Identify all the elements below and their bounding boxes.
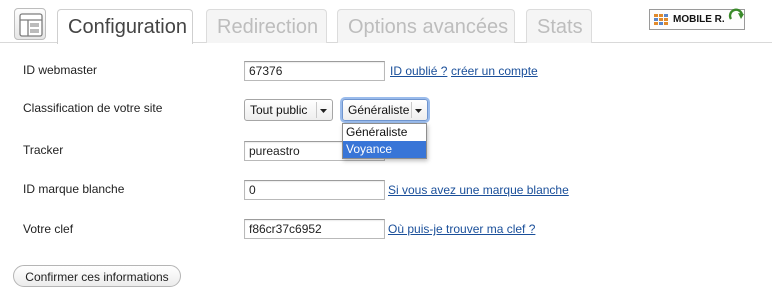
tracker-label: Tracker (23, 143, 64, 157)
grid-logo-icon (654, 14, 668, 25)
audience-select[interactable]: Tout public (244, 99, 333, 121)
confirm-button[interactable]: Confirmer ces informations (13, 265, 181, 287)
audience-select-value: Tout public (250, 103, 308, 117)
create-account-link[interactable]: créer un compte (451, 64, 538, 78)
white-label-id-input[interactable] (244, 180, 385, 200)
category-select-value: Généraliste (348, 103, 410, 117)
key-label: Votre clef (23, 222, 74, 236)
classification-label: Classification de votre site (23, 101, 163, 115)
webmaster-input[interactable] (244, 61, 385, 81)
category-select[interactable]: Généraliste (342, 99, 428, 121)
forgot-id-link[interactable]: ID oublié ? (390, 64, 447, 78)
white-label-link[interactable]: Si vous avez une marque blanche (388, 183, 569, 197)
logo-text: MOBILE R. (673, 14, 725, 25)
chevron-down-icon (411, 102, 425, 118)
key-input[interactable] (244, 219, 385, 239)
tab-redirection[interactable]: Redirection (206, 9, 327, 43)
option-generaliste[interactable]: Généraliste (343, 124, 426, 141)
mobile-logo: MOBILE R. (649, 8, 745, 30)
find-key-link[interactable]: Où puis-je trouver ma clef ? (388, 222, 535, 236)
white-label-id-label: ID marque blanche (23, 182, 125, 196)
chevron-down-icon (316, 102, 330, 118)
category-dropdown-list: Généraliste Voyance (342, 123, 427, 159)
tab-stats[interactable]: Stats (526, 9, 592, 43)
option-voyance[interactable]: Voyance (343, 141, 426, 158)
tab-options-avancees[interactable]: Options avancées (337, 9, 515, 43)
refresh-arrow-icon (728, 8, 744, 20)
webmaster-label: ID webmaster (23, 63, 98, 77)
settings-page-icon (14, 8, 46, 40)
tab-configuration[interactable]: Configuration (57, 9, 193, 44)
